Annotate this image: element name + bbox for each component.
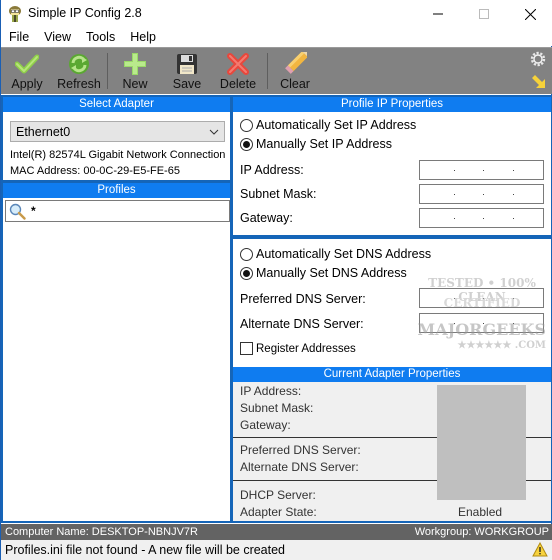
adapter-selected-value: Ethernet0 (16, 125, 71, 139)
radio-checked[interactable] (240, 137, 253, 151)
current-ip-label: IP Address: (240, 384, 302, 398)
redacted-values-box (437, 385, 526, 500)
adapter-panel: Select Adapter Ethernet0 Intel(R) 82574L… (3, 97, 230, 521)
adapter-description: Intel(R) 82574L Gigabit Network Connecti… (10, 149, 226, 161)
toolbar: Apply Refresh New Save Delete Clear (1, 47, 552, 94)
register-addresses-label: Register Addresses (256, 342, 356, 355)
close-button[interactable] (507, 0, 552, 28)
auto-ip-radio[interactable]: Automatically Set IP Address (240, 118, 416, 132)
apply-button[interactable]: Apply (7, 48, 47, 94)
arrow-down-right-icon[interactable] (530, 73, 548, 91)
status-bar: Profiles.ini file not found - A new file… (1, 540, 552, 560)
minimize-button[interactable] (415, 0, 461, 28)
gateway-input[interactable] (419, 208, 544, 228)
current-subnet-label: Subnet Mask: (240, 401, 314, 415)
manual-ip-label: Manually Set IP Address (256, 137, 392, 151)
preferred-dns-input[interactable] (419, 288, 544, 308)
menu-file[interactable]: File (1, 28, 36, 46)
adapter-dropdown[interactable]: Ethernet0 (10, 121, 225, 142)
ip-address-label: IP Address: (240, 163, 304, 177)
clear-label: Clear (280, 77, 310, 91)
menu-help[interactable]: Help (122, 28, 163, 46)
save-button[interactable]: Save (169, 48, 205, 94)
search-icon (9, 203, 26, 220)
new-label: New (122, 77, 148, 91)
delete-label: Delete (219, 77, 257, 91)
adapter-state-label: Adapter State: (240, 505, 317, 519)
menu-view[interactable]: View (36, 28, 78, 46)
auto-ip-label: Automatically Set IP Address (256, 118, 417, 132)
radio-checked[interactable] (240, 266, 253, 280)
app-logo-icon (8, 5, 22, 23)
plus-icon (122, 51, 148, 77)
apply-label: Apply (11, 77, 43, 91)
select-adapter-header: Select Adapter (3, 97, 230, 112)
checkmark-icon (14, 51, 40, 77)
delete-button[interactable]: Delete (218, 48, 258, 94)
computer-name: Computer Name: DESKTOP-NBNJV7R (5, 526, 198, 538)
menu-tools[interactable]: Tools (78, 28, 122, 46)
profile-properties-panel: Profile IP Properties Automatically Set … (233, 97, 551, 521)
menu-bar: File View Tools Help (1, 28, 552, 46)
manual-dns-label: Manually Set DNS Address (256, 266, 407, 280)
toolbar-separator (107, 53, 108, 89)
maximize-button[interactable] (461, 0, 507, 28)
refresh-label: Refresh (57, 77, 101, 91)
profile-ip-header: Profile IP Properties (233, 97, 551, 112)
title-bar: Simple IP Config 2.8 (1, 0, 552, 28)
auto-dns-radio[interactable]: Automatically Set DNS Address (240, 247, 431, 261)
profile-filter-value: * (31, 204, 36, 218)
current-gateway-label: Gateway: (240, 418, 291, 432)
preferred-dns-label: Preferred DNS Server: (240, 292, 366, 306)
pencil-eraser-icon (282, 51, 308, 77)
register-addresses-checkbox[interactable]: Register Addresses (240, 342, 356, 355)
workgroup: Workgroup: WORKGROUP (414, 526, 549, 538)
toolbar-separator (267, 53, 268, 89)
refresh-icon (66, 51, 92, 77)
gear-icon[interactable] (530, 51, 546, 67)
radio-unchecked[interactable] (240, 118, 253, 132)
manual-dns-radio[interactable]: Manually Set DNS Address (240, 266, 407, 280)
clear-button[interactable]: Clear (277, 48, 313, 94)
profiles-header: Profiles (3, 183, 230, 198)
refresh-button[interactable]: Refresh (56, 48, 102, 94)
warning-icon[interactable] (532, 541, 548, 557)
main-area: Select Adapter Ethernet0 Intel(R) 82574L… (1, 95, 552, 523)
floppy-disk-icon (174, 51, 200, 77)
current-adapter-header: Current Adapter Properties (233, 367, 551, 382)
window-title: Simple IP Config 2.8 (28, 6, 142, 20)
dhcp-server-label: DHCP Server: (240, 488, 316, 502)
alternate-dns-label: Alternate DNS Server: (240, 317, 364, 331)
current-alternate-dns-label: Alternate DNS Server: (240, 460, 359, 474)
delete-x-icon (225, 51, 251, 77)
computer-info-bar: Computer Name: DESKTOP-NBNJV7R Workgroup… (1, 524, 552, 540)
new-button[interactable]: New (116, 48, 154, 94)
chevron-down-icon (209, 126, 219, 136)
manual-ip-radio[interactable]: Manually Set IP Address (240, 137, 392, 151)
mac-address: MAC Address: 00-0C-29-E5-FE-65 (10, 165, 180, 177)
gateway-label: Gateway: (240, 211, 293, 225)
ip-address-input[interactable] (419, 160, 544, 180)
alternate-dns-input[interactable] (419, 313, 544, 333)
minimize-icon (433, 13, 443, 15)
maximize-icon (479, 9, 489, 19)
close-icon (524, 8, 536, 20)
radio-unchecked[interactable] (240, 247, 253, 261)
profiles-list[interactable] (3, 223, 230, 521)
adapter-state-value: Enabled (458, 505, 503, 519)
current-preferred-dns-label: Preferred DNS Server: (240, 443, 361, 457)
subnet-mask-input[interactable] (419, 184, 544, 204)
profile-filter-input[interactable]: * (5, 200, 230, 222)
current-adapter-section: Current Adapter Properties IP Address: S… (233, 367, 551, 521)
section-divider (233, 235, 551, 239)
status-message: Profiles.ini file not found - A new file… (5, 543, 286, 557)
save-label: Save (172, 77, 202, 91)
app-window: Simple IP Config 2.8 File View Tools Hel… (0, 0, 552, 560)
auto-dns-label: Automatically Set DNS Address (256, 247, 432, 261)
checkbox-unchecked[interactable] (240, 342, 253, 355)
subnet-mask-label: Subnet Mask: (240, 187, 317, 201)
